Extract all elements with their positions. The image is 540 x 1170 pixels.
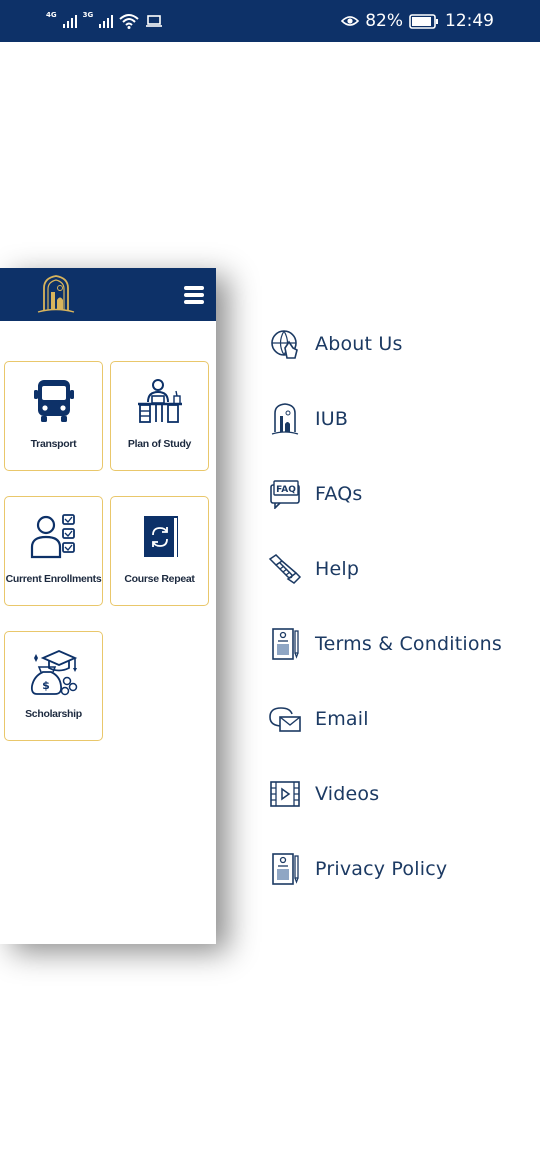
tile-label: Plan of Study <box>127 438 192 450</box>
menu-item-terms-conditions[interactable]: Terms & Conditions <box>268 626 528 662</box>
menu-label: FAQs <box>315 483 363 505</box>
signal-icon <box>62 14 77 28</box>
svg-text:$: $ <box>42 679 50 692</box>
handshake-icon <box>268 552 302 586</box>
signal-icon <box>99 14 114 28</box>
video-icon <box>268 777 302 811</box>
tile-transport[interactable]: Transport <box>4 361 103 471</box>
network-type-2: 3G <box>82 11 94 19</box>
tile-course-repeat[interactable]: Course Repeat <box>110 496 209 606</box>
tile-plan-of-study[interactable]: Plan of Study <box>110 361 209 471</box>
menu-item-videos[interactable]: Videos <box>268 776 528 812</box>
globe-hand-icon <box>268 327 302 361</box>
document-pen-icon <box>268 627 302 661</box>
iub-logo-icon <box>268 402 302 436</box>
battery-percent: 82% <box>365 11 403 31</box>
menu-toggle-button[interactable] <box>184 286 204 304</box>
tile-scholarship[interactable]: $ Scholarship <box>4 631 103 741</box>
tile-current-enrollments[interactable]: Current Enrollments <box>4 496 103 606</box>
network-type-1: 4G <box>46 11 57 19</box>
menu-label: Privacy Policy <box>315 858 448 880</box>
desk-study-icon <box>137 379 182 423</box>
menu-label: About Us <box>315 333 403 355</box>
menu-item-about-us[interactable]: About Us <box>268 326 528 362</box>
tile-label: Transport <box>30 438 77 450</box>
menu-item-help[interactable]: Help <box>268 551 528 587</box>
iub-logo-icon <box>37 275 75 313</box>
laptop-icon <box>146 15 163 27</box>
scholarship-icon: $ <box>30 650 77 696</box>
book-repeat-icon <box>143 516 178 557</box>
clock-time: 12:49 <box>445 11 494 31</box>
tile-label: Current Enrollments <box>5 573 102 585</box>
menu-label: Videos <box>315 783 380 805</box>
menu-label: IUB <box>315 408 349 430</box>
menu-item-iub[interactable]: IUB <box>268 401 528 437</box>
eye-icon <box>341 16 360 26</box>
tile-label: Course Repeat <box>124 573 195 585</box>
document-pen-icon <box>268 852 302 886</box>
wifi-icon <box>119 14 139 29</box>
menu-item-faqs[interactable]: FAQ FAQs <box>268 476 528 512</box>
battery-icon <box>409 13 438 29</box>
faq-icon: FAQ <box>268 477 302 511</box>
enrollments-checklist-icon <box>30 514 75 559</box>
status-right: 82% 12:49 <box>341 10 494 32</box>
menu-item-email[interactable]: Email <box>268 701 528 737</box>
app-header <box>0 268 216 321</box>
menu-label: Terms & Conditions <box>315 633 503 655</box>
app-main-screen: Transport Plan of Study Current Enrollme… <box>0 268 216 944</box>
bus-icon <box>33 380 74 422</box>
status-bar: 4G 3G 82% 12:49 <box>0 0 540 42</box>
menu-label: Help <box>315 558 360 580</box>
tile-label: Scholarship <box>25 708 82 720</box>
menu-item-privacy-policy[interactable]: Privacy Policy <box>268 851 528 887</box>
status-left: 4G 3G <box>46 10 163 32</box>
email-icon <box>268 702 302 736</box>
menu-label: Email <box>315 708 369 730</box>
svg-text:FAQ: FAQ <box>276 485 296 495</box>
